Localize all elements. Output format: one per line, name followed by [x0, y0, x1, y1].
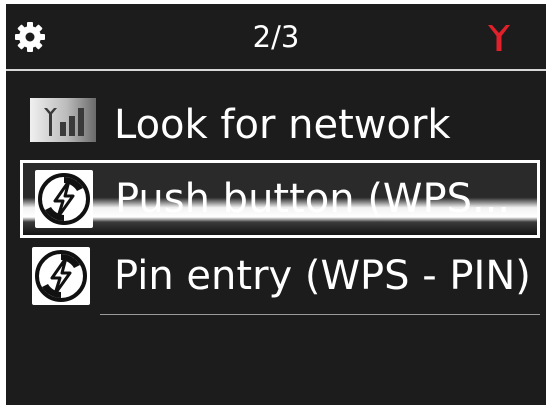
- menu-item-pin-entry-wps[interactable]: Pin entry (WPS - PIN): [6, 237, 546, 315]
- device-screen: 2/3 Look for network Push button (WPS...…: [6, 4, 546, 405]
- menu-item-push-button-wps[interactable]: Push button (WPS...: [20, 160, 540, 238]
- menu-item-label: Look for network: [114, 102, 451, 148]
- top-bar: 2/3: [6, 4, 546, 71]
- menu-item-label: Push button (WPS...: [115, 176, 511, 222]
- header-divider: [6, 69, 546, 71]
- wps-icon: [22, 243, 100, 309]
- wps-icon: [25, 166, 103, 232]
- menu-item-label: Pin entry (WPS - PIN): [114, 253, 531, 299]
- item-divider: [100, 314, 540, 315]
- menu-item-look-for-network[interactable]: Look for network: [6, 86, 546, 164]
- antenna-icon: [488, 25, 510, 51]
- page-indicator: 2/3: [252, 20, 300, 54]
- signal-bars-icon: [22, 92, 100, 158]
